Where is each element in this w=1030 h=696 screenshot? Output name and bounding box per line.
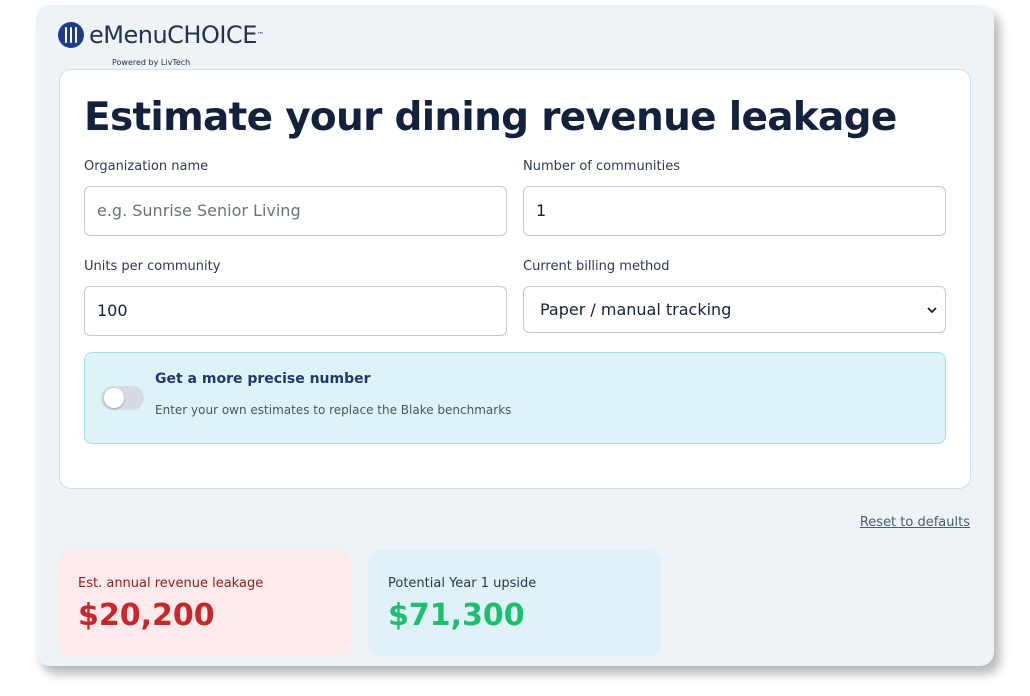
- communities-label: Number of communities: [523, 159, 681, 174]
- upside-label: Potential Year 1 upside: [388, 576, 537, 591]
- leakage-result-card: Est. annual revenue leakage $20,200: [58, 550, 351, 656]
- upside-result-card: Potential Year 1 upside $71,300: [368, 550, 661, 656]
- org-name-label: Organization name: [84, 159, 209, 174]
- brand-tagline: Powered by LivTech: [112, 58, 191, 67]
- brand-trademark: ™: [256, 31, 264, 39]
- brand-logo: eMenuCHOICE™ Powered by LivTech: [58, 20, 298, 67]
- precise-toggle-title: Get a more precise number: [155, 371, 371, 387]
- precise-number-panel: Get a more precise number Enter your own…: [84, 352, 946, 444]
- precise-toggle-switch[interactable]: [101, 386, 144, 410]
- leakage-value: $20,200: [78, 598, 215, 633]
- toggle-knob: [104, 388, 124, 408]
- units-input[interactable]: 100: [84, 286, 507, 336]
- billing-selected-value: Paper / manual tracking: [540, 300, 732, 319]
- units-label: Units per community: [84, 259, 221, 274]
- billing-label: Current billing method: [523, 259, 670, 274]
- upside-value: $71,300: [388, 598, 525, 633]
- fork-knife-logo-icon: [58, 22, 84, 48]
- app-frame: eMenuCHOICE™ Powered by LivTech Estimate…: [36, 5, 994, 666]
- chevron-down-icon: [927, 287, 937, 332]
- reset-defaults-link[interactable]: Reset to defaults: [860, 515, 970, 530]
- page-title: Estimate your dining revenue leakage: [84, 95, 897, 140]
- communities-input[interactable]: 1: [523, 186, 946, 236]
- leakage-label: Est. annual revenue leakage: [78, 576, 264, 591]
- precise-toggle-description: Enter your own estimates to replace the …: [155, 403, 512, 417]
- org-name-input[interactable]: e.g. Sunrise Senior Living: [84, 186, 507, 236]
- billing-select[interactable]: Paper / manual tracking: [523, 286, 946, 333]
- estimator-card: Estimate your dining revenue leakage Org…: [59, 69, 971, 489]
- brand-name: eMenuCHOICE: [89, 21, 257, 49]
